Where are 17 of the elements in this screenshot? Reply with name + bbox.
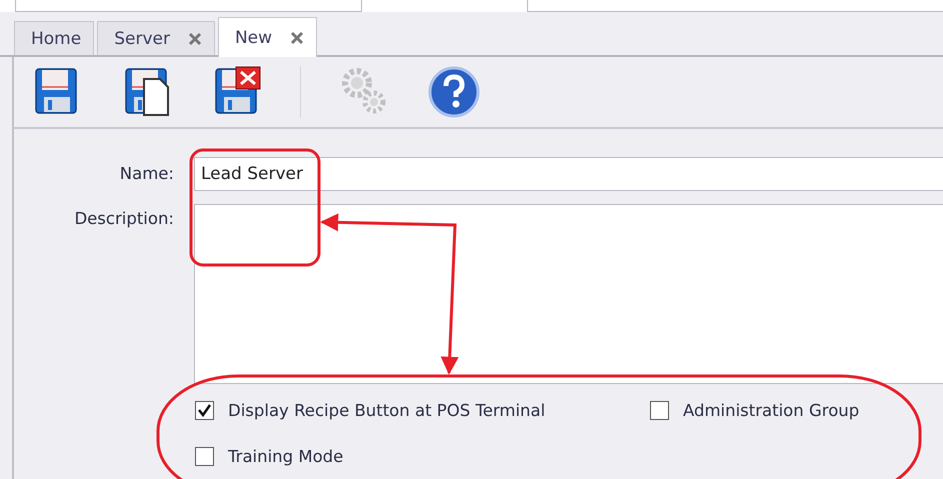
tab[interactable]: Server (97, 21, 215, 55)
name-field[interactable]: Lead Server (194, 157, 943, 191)
checkbox-label[interactable]: Training Mode (228, 447, 344, 466)
field-label: Name: (118, 163, 175, 183)
checkbox[interactable] (195, 401, 214, 420)
help-icon (427, 65, 481, 119)
checkbox[interactable] (650, 401, 669, 420)
checkbox-label[interactable]: Administration Group (683, 401, 860, 420)
close-icon[interactable] (290, 30, 304, 44)
description-field[interactable] (194, 204, 943, 384)
close-icon[interactable] (188, 32, 202, 46)
checkbox-label[interactable]: Display Recipe Button at POS Terminal (228, 401, 546, 420)
tab[interactable]: Home (14, 21, 94, 55)
tab[interactable]: New (218, 17, 318, 57)
field-label: Description: (73, 208, 175, 228)
help-button[interactable] (427, 65, 481, 119)
checkbox[interactable] (195, 447, 214, 466)
